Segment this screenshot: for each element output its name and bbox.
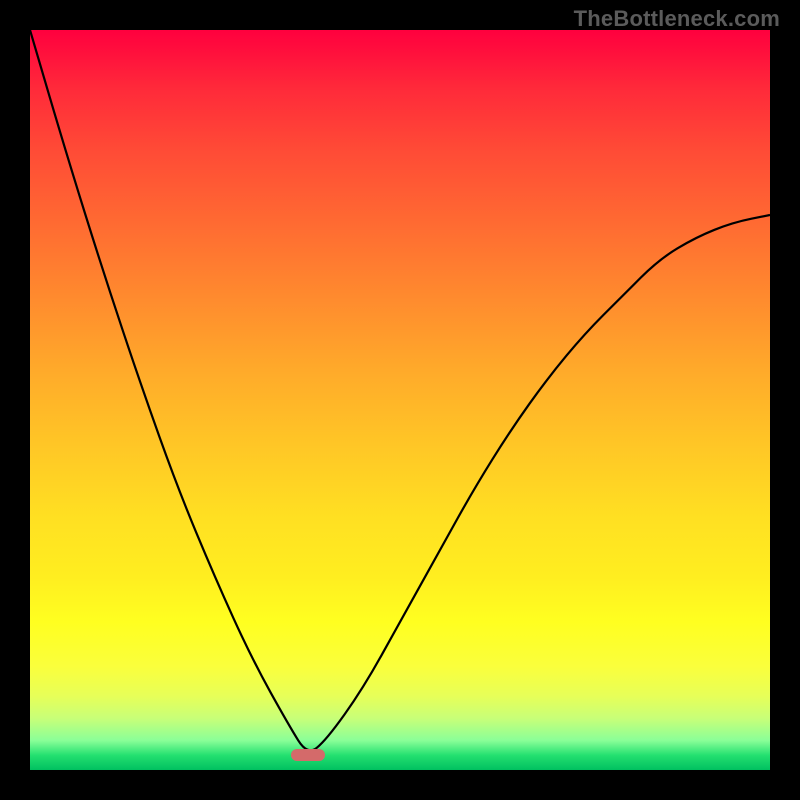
bottleneck-curve xyxy=(30,30,770,770)
chart-container: TheBottleneck.com xyxy=(0,0,800,800)
curve-path xyxy=(30,30,770,750)
vertex-marker xyxy=(291,749,325,761)
plot-area xyxy=(30,30,770,770)
watermark-text: TheBottleneck.com xyxy=(574,6,780,32)
